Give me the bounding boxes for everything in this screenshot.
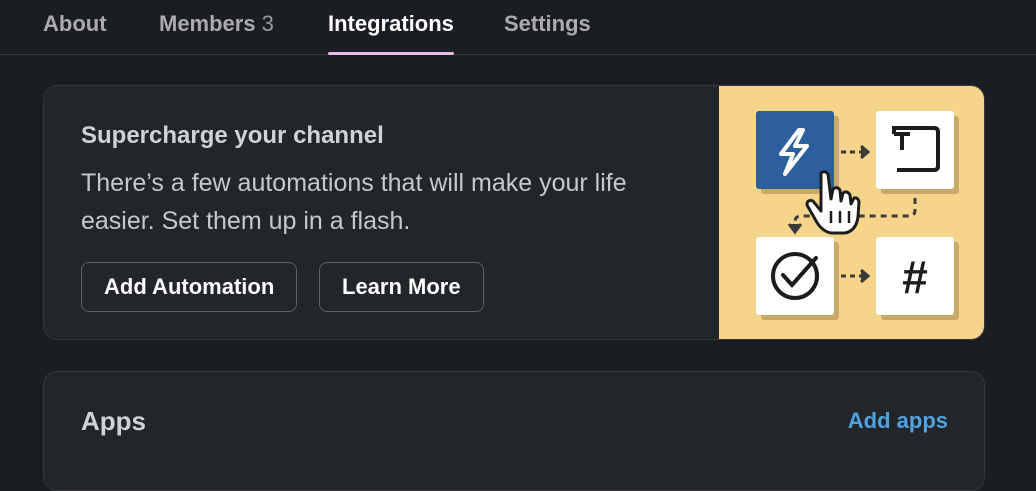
promo-description: There’s a few automations that will make… [81, 169, 627, 235]
check-circle-icon [756, 237, 834, 315]
promo-title: Supercharge your channel [81, 122, 384, 149]
tab-members-label: Members [159, 11, 256, 36]
tab-integrations[interactable]: Integrations [328, 0, 454, 55]
apps-title: Apps [81, 406, 146, 436]
text-icon [876, 111, 954, 189]
automation-promo-card: Supercharge your channel There’s a few a… [43, 85, 985, 340]
hashtag-icon: # [876, 237, 954, 315]
tab-settings[interactable]: Settings [504, 0, 591, 54]
add-apps-link[interactable]: Add apps [848, 408, 948, 434]
members-count: 3 [261, 11, 274, 36]
illustration-svg: # [756, 111, 959, 320]
tab-members[interactable]: Members 3 [159, 0, 274, 54]
tab-bar: About Members 3 Integrations Settings [0, 0, 1036, 55]
tab-about[interactable]: About [43, 0, 107, 54]
add-automation-button[interactable]: Add Automation [81, 262, 298, 312]
tab-integrations-label: Integrations [328, 11, 454, 36]
automation-illustration: # [719, 86, 984, 339]
learn-more-button[interactable]: Learn More [319, 262, 484, 312]
tab-about-label: About [43, 11, 107, 36]
tab-settings-label: Settings [504, 11, 591, 36]
hashtag-glyph: # [902, 251, 928, 303]
apps-section: Apps Add apps [43, 371, 985, 491]
